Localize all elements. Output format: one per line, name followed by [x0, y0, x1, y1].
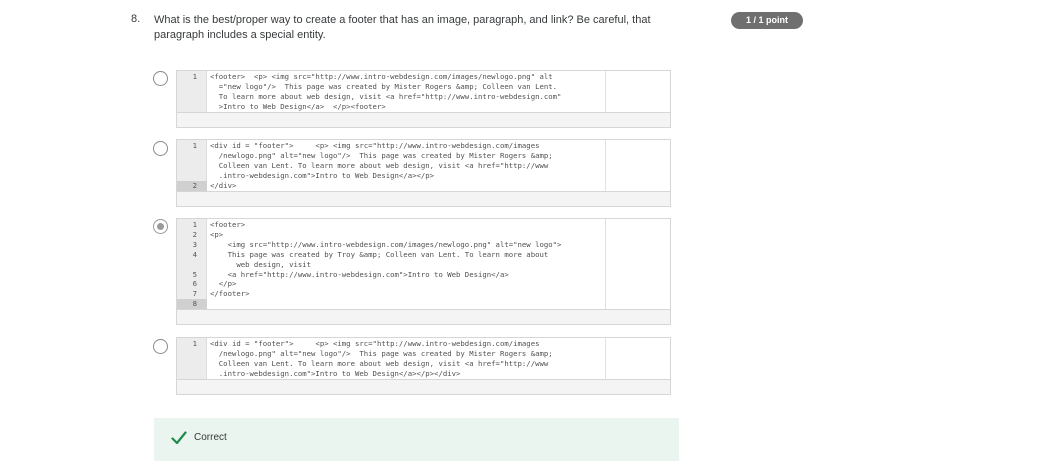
line-number [177, 171, 207, 181]
line-number: 8 [177, 299, 207, 310]
code-line: 4 This page was created by Troy &amp; Co… [177, 250, 670, 260]
code-line: Colleen van Lent. To learn more about we… [177, 161, 670, 171]
code-text: web design, visit [210, 259, 312, 269]
code-text: <footer> [210, 220, 246, 229]
code-text: <p> [210, 229, 224, 239]
option-4-radio[interactable] [153, 339, 168, 354]
code-line: 1 <div id = "footer"> <p> <img src="http:… [177, 339, 670, 349]
code-line: /newlogo.png" alt="new logo"/> This page… [177, 349, 670, 359]
code-text: .intro-webdesign.com">Intro to Web Desig… [210, 170, 435, 180]
code-text: <div id = "footer"> <p> <img src="http:/… [210, 339, 540, 348]
code-line: .intro-webdesign.com">Intro to Web Desig… [177, 171, 670, 181]
code-line: 3 <img src="http://www.intro-webdesign.c… [177, 240, 670, 250]
checkmark-icon [171, 431, 187, 445]
code-line: 8 [177, 299, 670, 310]
line-number: 7 [192, 289, 197, 299]
line-number [177, 260, 207, 270]
option-4-code-editor[interactable]: 1 <div id = "footer"> <p> <img src="http:… [176, 337, 671, 395]
code-text: <a href="http://www.intro-webdesign.com"… [210, 269, 509, 279]
option-1-code-editor[interactable]: 1 <footer> <p> <img src="http://www.intro… [176, 70, 671, 128]
option-1-code-lines: 1 <footer> <p> <img src="http://www.intro… [177, 71, 670, 112]
question-text: What is the best/proper way to create a … [154, 14, 651, 41]
code-text: </p> [210, 279, 237, 289]
option-3-code-editor[interactable]: 1 <footer> 2 <p> 3 <img src="http://www.intr… [176, 218, 671, 326]
line-number: 1 [192, 72, 197, 81]
code-line: /newlogo.png" alt="new logo"/> This page… [177, 151, 670, 161]
feedback-label: Correct [194, 432, 227, 443]
code-text: /newlogo.png" alt="new logo"/> This page… [210, 150, 553, 160]
code-line: 1 <footer> <p> <img src="http://www.intro… [177, 72, 670, 82]
code-line: 2 <p> [177, 230, 670, 240]
option-2-code-lines: 1 <div id = "footer"> <p> <img src="http:… [177, 140, 670, 191]
code-text: .intro-webdesign.com">Intro to Web Desig… [210, 368, 461, 378]
score-badge: 1 / 1 point [731, 12, 803, 29]
line-number: 1 [192, 220, 197, 229]
line-number: 2 [192, 229, 197, 239]
code-line: 1 <footer> [177, 220, 670, 230]
code-text: <img src="http://www.intro-webdesign.com… [210, 239, 562, 249]
code-line: 6 </p> [177, 279, 670, 289]
code-line: 7 </footer> [177, 289, 670, 299]
code-line: web design, visit [177, 260, 670, 270]
code-line: 1 <div id = "footer"> <p> <img src="http:… [177, 141, 670, 151]
option-2-radio[interactable] [153, 141, 168, 156]
code-line: 2 </div> [177, 180, 670, 191]
code-text: This page was created by Troy &amp; Coll… [210, 249, 549, 259]
line-number: 5 [192, 269, 197, 279]
code-line: >Intro to Web Design</a> </p><footer> [177, 102, 670, 112]
code-text: Colleen van Lent. To learn more about we… [210, 160, 549, 170]
line-number [177, 102, 207, 112]
code-text: <footer> <p> <img src="http://www.intro-… [210, 72, 553, 81]
line-number [177, 82, 207, 92]
line-number [177, 359, 207, 369]
line-number [177, 151, 207, 161]
code-text: </div> [210, 180, 237, 190]
line-number: 3 [192, 239, 197, 249]
code-line: Colleen van Lent. To learn more about we… [177, 359, 670, 369]
code-text: ="new logo"/> This page was created by M… [210, 81, 558, 91]
option-3-radio[interactable] [153, 219, 168, 234]
option-2-code-editor[interactable]: 1 <div id = "footer"> <p> <img src="http:… [176, 139, 671, 207]
line-number: 1 [192, 339, 197, 348]
line-number [177, 92, 207, 102]
code-text: <div id = "footer"> <p> <img src="http:/… [210, 141, 540, 150]
feedback-panel: Correct [154, 418, 679, 461]
code-text: To learn more about web design, visit <a… [210, 91, 562, 101]
line-number [177, 161, 207, 171]
line-number [177, 349, 207, 359]
code-text: /newlogo.png" alt="new logo"/> This page… [210, 348, 553, 358]
line-number: 6 [192, 279, 197, 289]
code-line: ="new logo"/> This page was created by M… [177, 82, 670, 92]
code-text: </footer> [210, 289, 250, 299]
code-text: >Intro to Web Design</a> </p><footer> [210, 101, 386, 111]
code-line: 5 <a href="http://www.intro-webdesign.co… [177, 270, 670, 280]
line-number: 2 [177, 180, 207, 191]
code-text: Colleen van Lent. To learn more about we… [210, 358, 549, 368]
code-line: To learn more about web design, visit <a… [177, 92, 670, 102]
line-number: 4 [192, 249, 197, 259]
option-3-code-lines: 1 <footer> 2 <p> 3 <img src="http://www.intr… [177, 219, 670, 310]
line-number [177, 369, 207, 379]
option-1-radio[interactable] [153, 71, 168, 86]
line-number: 1 [192, 141, 197, 150]
option-4-code-lines: 1 <div id = "footer"> <p> <img src="http:… [177, 338, 670, 379]
code-line: .intro-webdesign.com">Intro to Web Desig… [177, 369, 670, 379]
question-number: 8. [131, 13, 141, 25]
